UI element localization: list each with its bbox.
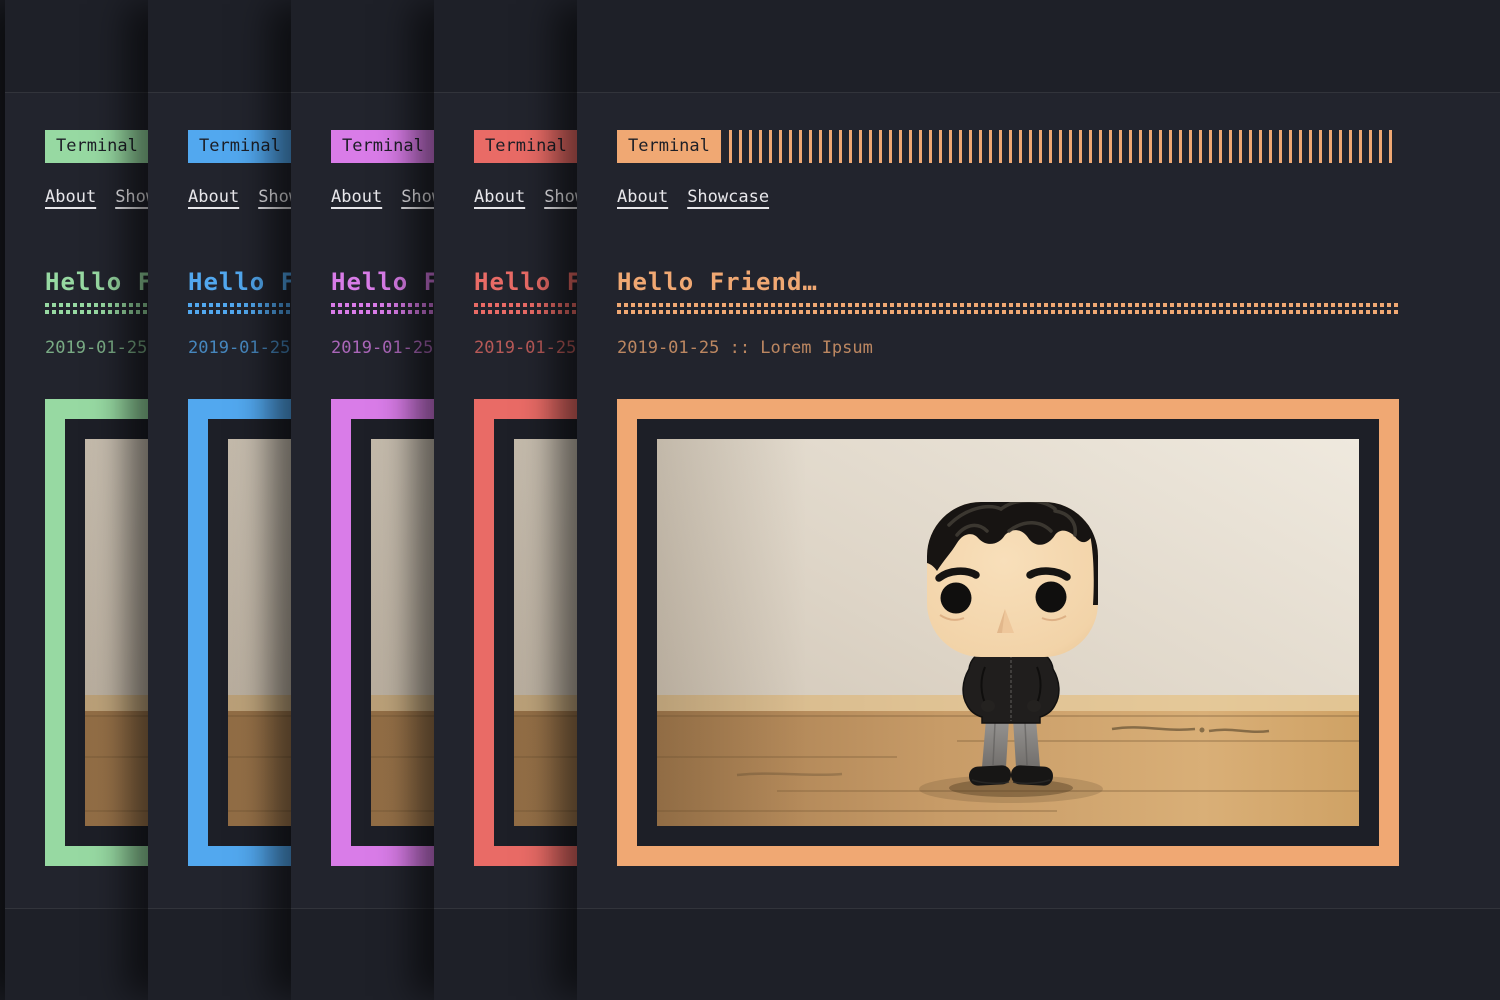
terminal-logo-badge[interactable]: Terminal (474, 130, 578, 163)
panel-orange: Terminal About Showcase Hello Friend… 20… (577, 0, 1500, 1000)
nav-link-about[interactable]: About (617, 187, 668, 207)
nav-link-showcase[interactable]: Showcase (687, 187, 769, 207)
site-header: Terminal (617, 130, 1399, 163)
terminal-logo-badge[interactable]: Terminal (331, 130, 435, 163)
nav-link-about[interactable]: About (331, 187, 382, 207)
theme-showcase-stage: Terminal About Showcase Hello Friend… 20… (0, 0, 1500, 1000)
funko-figure-photo (657, 439, 1359, 826)
post-date: 2019-01-25 :: Lorem Ipsum (617, 338, 873, 358)
post-title: Hello Friend… (617, 268, 818, 296)
terminal-logo-badge[interactable]: Terminal (45, 130, 149, 163)
nav-link-about[interactable]: About (188, 187, 239, 207)
nav-link-about[interactable]: About (45, 187, 96, 207)
main-nav: About Showcase (617, 187, 769, 207)
nav-link-about[interactable]: About (474, 187, 525, 207)
terminal-logo-badge[interactable]: Terminal (188, 130, 292, 163)
terminal-logo-badge[interactable]: Terminal (617, 130, 721, 163)
dotted-divider-icon (617, 303, 1399, 314)
logo-stripes-icon (729, 130, 1399, 163)
image-frame (617, 399, 1399, 866)
